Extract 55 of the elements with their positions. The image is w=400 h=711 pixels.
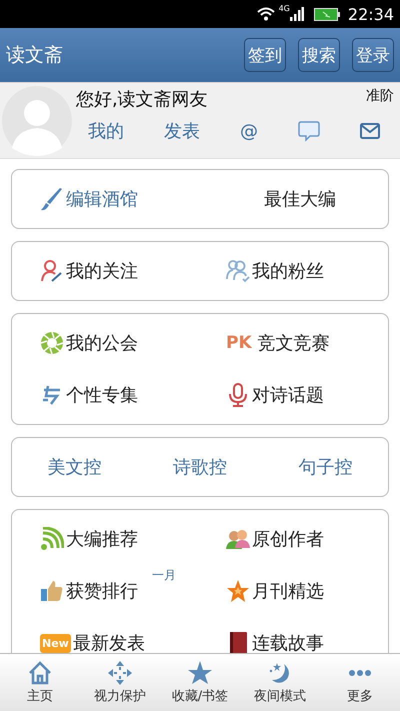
clock: 22:34 — [348, 4, 394, 24]
profile-link[interactable]: 我的 — [88, 119, 124, 143]
brush-icon — [40, 187, 64, 211]
rss-icon — [40, 527, 64, 551]
people-icon — [226, 527, 250, 551]
more-icon — [348, 670, 372, 676]
star-icon — [226, 579, 250, 603]
menu-item[interactable]: 我的关注 — [66, 259, 138, 283]
menu-item[interactable]: 连载故事 — [252, 631, 324, 653]
menu-item[interactable]: 我的公会 — [66, 331, 138, 355]
menu-item[interactable]: 大编推荐 — [66, 527, 138, 551]
profile-link[interactable]: 发表 — [164, 119, 200, 143]
menu-item[interactable]: 最佳大编 — [264, 187, 336, 211]
menu-item[interactable]: 句子控 — [298, 455, 352, 479]
microphone-icon — [226, 383, 250, 407]
wifi-icon — [256, 7, 275, 21]
menu-item[interactable]: 我的粉丝 — [252, 259, 324, 283]
note-label: 一月 — [152, 567, 176, 584]
person-add-icon — [40, 259, 64, 283]
menu-item[interactable]: 原创作者 — [252, 527, 324, 551]
mail-icon[interactable] — [360, 123, 380, 139]
home-icon — [28, 660, 52, 684]
star-icon — [188, 660, 212, 684]
menu-item[interactable]: 对诗话题 — [252, 383, 324, 407]
nav-button[interactable]: 更多 — [320, 654, 400, 711]
move-arrows-icon — [108, 660, 132, 684]
aperture-icon — [40, 331, 64, 355]
nav-button[interactable]: 主页 — [0, 654, 80, 711]
comment-icon[interactable] — [298, 120, 320, 142]
header-button[interactable]: 搜索 — [298, 38, 340, 72]
nav-button[interactable]: 收藏/书签 — [160, 654, 240, 711]
menu-item[interactable]: 个性专集 — [66, 383, 138, 407]
menu-item[interactable]: 美文控 — [48, 455, 102, 479]
nav-button[interactable]: 夜间模式 — [240, 654, 320, 711]
menu-item[interactable]: 竞文竞赛 — [258, 331, 330, 355]
people-icon — [226, 259, 250, 283]
header-button[interactable]: 签到 — [244, 38, 286, 72]
battery-icon — [314, 8, 340, 20]
menu-item[interactable]: 最新发表 — [72, 631, 145, 653]
network-label: 4G — [278, 4, 290, 13]
header-button[interactable]: 登录 — [352, 38, 394, 72]
signal-icon — [290, 7, 304, 21]
menu-item[interactable]: 获赞排行 — [66, 579, 138, 603]
menu-item[interactable]: 编辑酒馆 — [66, 187, 138, 211]
app-title: 读文斋 — [6, 43, 63, 68]
profile-link[interactable]: @ — [240, 120, 258, 142]
thumbs-up-icon — [40, 579, 64, 603]
new-badge: New — [40, 634, 71, 652]
menu-item[interactable]: 月刊精选 — [252, 579, 324, 603]
rank-label: 准阶 — [366, 87, 394, 105]
greeting-text: 您好,读文斋网友 — [76, 88, 208, 111]
nav-button[interactable]: 视力保护 — [80, 654, 160, 711]
moon-icon — [268, 660, 292, 684]
menu-item[interactable]: 诗歌控 — [172, 455, 227, 479]
pk-label: PK — [226, 333, 252, 353]
